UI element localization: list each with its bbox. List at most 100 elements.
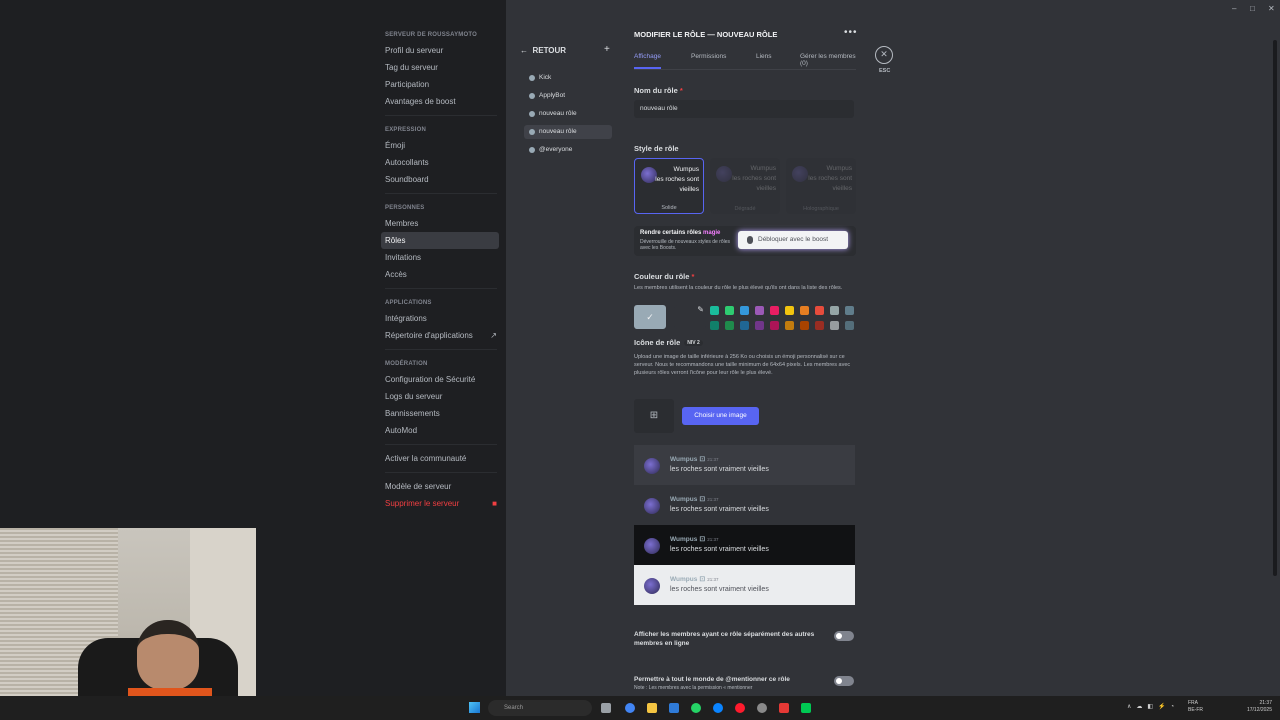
add-role-icon[interactable]: +	[604, 44, 610, 55]
close-window-icon[interactable]: ✕	[1268, 4, 1275, 13]
role-item[interactable]: nouveau rôle	[524, 107, 612, 121]
nav-server-tag[interactable]: Tag du serveur	[381, 59, 501, 76]
role-item[interactable]: ApplyBot	[524, 89, 612, 103]
choose-image-button[interactable]: Choisir une image	[682, 407, 759, 425]
search-placeholder: Search	[504, 705, 524, 711]
nav-soundboard[interactable]: Soundboard	[381, 171, 501, 188]
color-swatch[interactable]	[815, 321, 824, 330]
color-swatch[interactable]	[725, 321, 734, 330]
color-swatch[interactable]	[770, 321, 779, 330]
windows-start-icon[interactable]	[469, 702, 480, 713]
preview-text: les roches sont vieilles	[655, 176, 699, 193]
style-card-solid[interactable]: Wumpus les roches sont vieilles Solide	[634, 158, 704, 214]
section-heading-expression: EXPRESSION	[385, 127, 427, 133]
style-card-holographic[interactable]: Wumpus les roches sont vieilles Holograph…	[786, 158, 856, 214]
input-language[interactable]: FRA BE-FR	[1188, 700, 1203, 714]
color-swatch[interactable]	[830, 321, 839, 330]
color-swatch[interactable]	[845, 321, 854, 330]
nav-server-template[interactable]: Modèle de serveur	[381, 478, 501, 495]
nav-integrations[interactable]: Intégrations	[381, 310, 501, 327]
custom-color-swatch[interactable]: ✎	[674, 305, 706, 329]
nav-emoji[interactable]: Émoji	[381, 137, 501, 154]
boost-upsell-banner: Rendre certains rôles magie Déverrouille…	[634, 226, 856, 256]
nav-app-directory[interactable]: Répertoire d'applications ↗	[381, 327, 501, 344]
nav-participation[interactable]: Participation	[381, 76, 501, 93]
nav-bans[interactable]: Bannissements	[381, 405, 501, 422]
nav-delete-server[interactable]: Supprimer le serveur ■	[381, 495, 501, 512]
nav-roles[interactable]: Rôles	[381, 232, 499, 249]
nav-invites[interactable]: Invitations	[381, 249, 501, 266]
default-color-swatch[interactable]: ✓	[634, 305, 666, 329]
nav-enable-community[interactable]: Activer la communauté	[381, 450, 501, 467]
taskbar-search[interactable]: Search	[488, 700, 592, 716]
display-separately-toggle[interactable]	[834, 631, 854, 641]
back-button[interactable]: ← RETOUR	[520, 46, 566, 55]
color-swatch[interactable]	[800, 306, 809, 315]
nav-boost-perks[interactable]: Avantages de boost	[381, 93, 501, 110]
tab-manage-members[interactable]: Gérer les membres (0)	[800, 53, 856, 67]
preview-author-name: Wumpus	[670, 456, 698, 463]
calculator-icon[interactable]	[669, 703, 679, 713]
allow-mention-row: Permettre à tout le monde de @mentionner…	[634, 675, 856, 693]
color-swatch[interactable]	[800, 321, 809, 330]
style-card-gradient[interactable]: Wumpus les roches sont vieilles Dégradé	[710, 158, 780, 214]
color-swatch[interactable]	[770, 306, 779, 315]
role-item-selected[interactable]: nouveau rôle	[524, 125, 612, 139]
role-name-input[interactable]: nouveau rôle	[634, 100, 854, 118]
color-swatch[interactable]	[755, 306, 764, 315]
task-view-icon[interactable]	[601, 703, 611, 713]
more-options-icon[interactable]: •••	[844, 27, 858, 38]
preview-message: les roches sont vraiment vieilles	[670, 466, 769, 473]
color-swatch[interactable]	[845, 306, 854, 315]
unlock-with-boost-button[interactable]: Débloquer avec le boost	[738, 231, 848, 249]
nav-members[interactable]: Membres	[381, 215, 501, 232]
color-swatch[interactable]	[785, 321, 794, 330]
color-swatch[interactable]	[740, 321, 749, 330]
color-swatch[interactable]	[740, 306, 749, 315]
edge-icon[interactable]	[713, 703, 723, 713]
system-tray-icons[interactable]: ∧ ☁ ◧ ⚡ ◔	[1127, 703, 1174, 710]
role-item[interactable]: @everyone	[524, 143, 612, 157]
color-swatch[interactable]	[785, 306, 794, 315]
chrome-icon[interactable]	[625, 703, 635, 713]
allow-mention-toggle[interactable]	[834, 676, 854, 686]
preview-time: 21:37	[707, 497, 719, 502]
editor-tabs: Affichage Permissions Liens Gérer les me…	[634, 52, 856, 70]
role-item-label: ApplyBot	[539, 92, 566, 99]
close-icon[interactable]: ✕	[875, 46, 893, 64]
color-swatch[interactable]	[815, 306, 824, 315]
upload-image-icon[interactable]: ⊞	[634, 399, 674, 433]
maximize-icon[interactable]: □	[1250, 4, 1255, 13]
divider	[385, 193, 497, 194]
color-swatch[interactable]	[830, 306, 839, 315]
tab-display[interactable]: Affichage	[634, 53, 661, 69]
tab-links[interactable]: Liens	[756, 53, 772, 60]
main-scrollbar[interactable]	[1273, 40, 1277, 576]
file-explorer-icon[interactable]	[647, 703, 657, 713]
opera-icon[interactable]	[735, 703, 745, 713]
nav-server-profile[interactable]: Profil du serveur	[381, 42, 501, 59]
unlock-button-label: Débloquer avec le boost	[758, 236, 829, 243]
preview-name: Wumpus	[826, 165, 852, 172]
tab-permissions[interactable]: Permissions	[691, 53, 726, 60]
nav-automod[interactable]: AutoMod	[381, 422, 501, 439]
role-item[interactable]: Kick	[524, 71, 612, 85]
whatsapp-icon[interactable]	[691, 703, 701, 713]
minimize-icon[interactable]: –	[1232, 4, 1236, 13]
taskbar-clock[interactable]: 21:37 17/12/2025	[1238, 700, 1272, 714]
color-swatch[interactable]	[710, 321, 719, 330]
nav-audit-log[interactable]: Logs du serveur	[381, 388, 501, 405]
app-icon[interactable]	[801, 703, 811, 713]
color-swatch[interactable]	[710, 306, 719, 315]
nav-safety-setup[interactable]: Configuration de Sécurité	[381, 371, 501, 388]
nav-access[interactable]: Accès	[381, 266, 501, 283]
brave-icon[interactable]	[779, 703, 789, 713]
editor-title: MODIFIER LE RÔLE — NOUVEAU RÔLE	[634, 30, 778, 39]
color-swatch[interactable]	[725, 306, 734, 315]
nav-stickers[interactable]: Autocollants	[381, 154, 501, 171]
preview-name: Wumpus	[750, 165, 776, 172]
role-name-label: Nom du rôle *	[634, 86, 683, 95]
color-swatch[interactable]	[755, 321, 764, 330]
role-color-label: Couleur du rôle *	[634, 272, 694, 281]
settings-gear-icon[interactable]	[757, 703, 767, 713]
